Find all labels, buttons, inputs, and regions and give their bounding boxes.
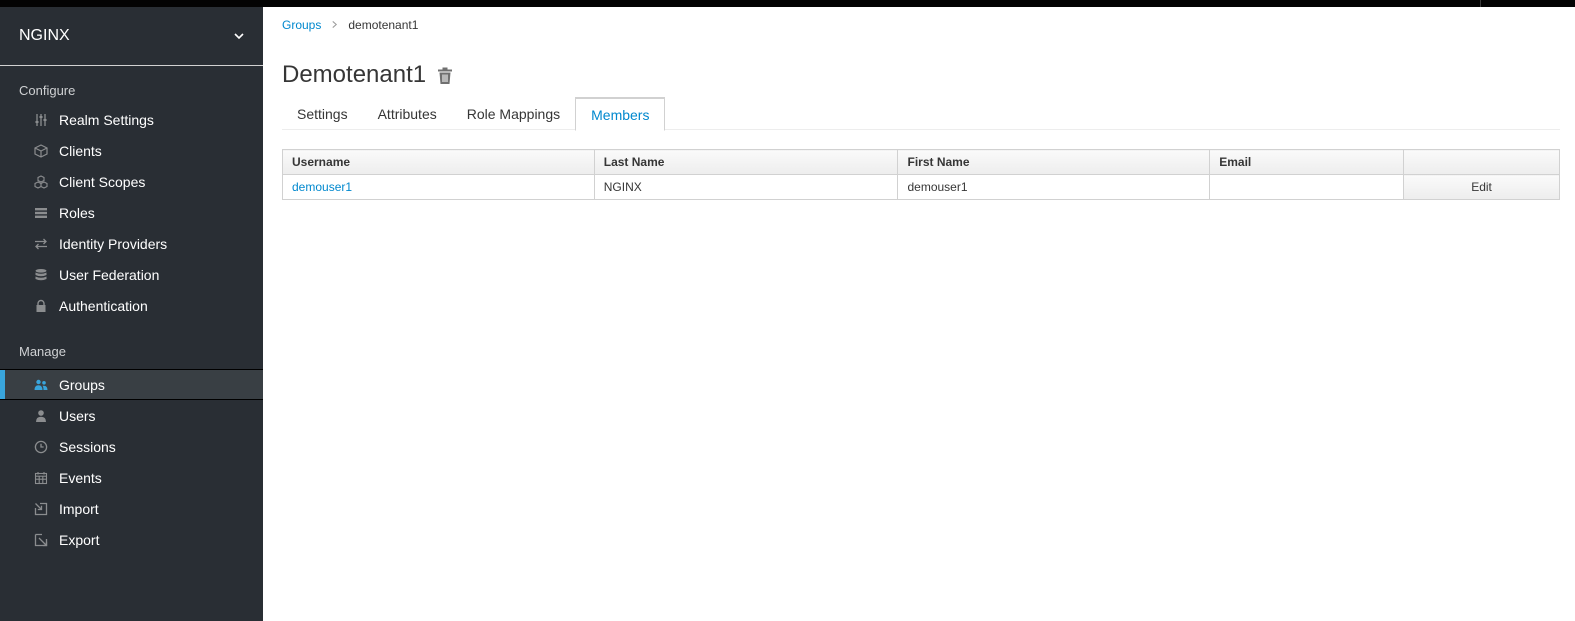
sidebar-item-clients[interactable]: Clients	[0, 135, 263, 166]
realm-selector[interactable]: NGINX	[0, 7, 263, 66]
sidebar-item-label: User Federation	[59, 266, 160, 283]
sidebar-item-label: Realm Settings	[59, 111, 154, 128]
cube-icon	[33, 143, 49, 159]
main-content: Groups demotenant1 Demotenant1 Settings …	[263, 7, 1575, 621]
sidebar-item-label: Events	[59, 469, 102, 486]
cubes-icon	[33, 174, 49, 190]
configure-nav: Realm Settings Clients Client Scopes Rol…	[0, 104, 263, 321]
sidebar-item-label: Export	[59, 531, 100, 548]
lock-icon	[33, 298, 49, 314]
chevron-right-icon	[331, 18, 338, 32]
column-header-last-name[interactable]: Last Name	[593, 149, 899, 175]
sidebar-item-label: Groups	[59, 376, 105, 393]
manage-nav: Groups Users Sessions Events Import Expo…	[0, 369, 263, 555]
top-bar	[0, 0, 1575, 7]
database-icon	[33, 267, 49, 283]
list-icon	[33, 205, 49, 221]
column-header-username[interactable]: Username	[282, 149, 595, 175]
sidebar-item-user-federation[interactable]: User Federation	[0, 259, 263, 290]
top-bar-separator	[1480, 0, 1481, 7]
exchange-icon	[33, 236, 49, 252]
manage-section-label: Manage	[19, 344, 66, 359]
sidebar-item-realm-settings[interactable]: Realm Settings	[0, 104, 263, 135]
members-table: Username Last Name First Name Email demo…	[282, 149, 1560, 200]
sidebar-item-export[interactable]: Export	[0, 524, 263, 555]
sidebar-item-import[interactable]: Import	[0, 493, 263, 524]
breadcrumb: Groups demotenant1	[282, 18, 418, 32]
sidebar-item-users[interactable]: Users	[0, 400, 263, 431]
sidebar: NGINX Configure Realm Settings Clients C…	[0, 7, 263, 621]
export-icon	[33, 532, 49, 548]
tab-members[interactable]: Members	[575, 97, 666, 131]
cell-email	[1209, 174, 1405, 200]
sidebar-item-label: Users	[59, 407, 96, 424]
configure-section-label: Configure	[19, 83, 76, 98]
username-link[interactable]: demouser1	[292, 180, 352, 194]
tab-role-mappings[interactable]: Role Mappings	[452, 97, 575, 130]
page-title: Demotenant1	[282, 61, 427, 88]
column-header-actions	[1403, 149, 1560, 175]
sidebar-item-client-scopes[interactable]: Client Scopes	[0, 166, 263, 197]
import-icon	[33, 501, 49, 517]
sidebar-item-groups[interactable]: Groups	[0, 369, 263, 400]
sidebar-item-events[interactable]: Events	[0, 462, 263, 493]
sliders-icon	[33, 112, 49, 128]
table-row: demouser1 NGINX demouser1 Edit	[282, 174, 1560, 200]
clock-icon	[33, 439, 49, 455]
edit-button[interactable]: Edit	[1403, 174, 1560, 200]
column-header-first-name[interactable]: First Name	[897, 149, 1211, 175]
sidebar-item-roles[interactable]: Roles	[0, 197, 263, 228]
sidebar-item-label: Identity Providers	[59, 235, 168, 252]
sidebar-item-authentication[interactable]: Authentication	[0, 290, 263, 321]
tab-bar: Settings Attributes Role Mappings Member…	[282, 97, 1560, 131]
breadcrumb-groups-link[interactable]: Groups	[282, 18, 321, 32]
tab-settings[interactable]: Settings	[282, 97, 363, 130]
sidebar-item-label: Import	[59, 500, 99, 517]
cell-first-name: demouser1	[897, 174, 1211, 200]
user-icon	[33, 408, 49, 424]
trash-icon[interactable]	[437, 67, 453, 85]
realm-name: NGINX	[19, 27, 70, 44]
sidebar-item-label: Clients	[59, 142, 102, 159]
breadcrumb-current: demotenant1	[348, 18, 419, 32]
sidebar-item-label: Sessions	[59, 438, 116, 455]
users-icon	[33, 377, 49, 393]
sidebar-item-identity-providers[interactable]: Identity Providers	[0, 228, 263, 259]
sidebar-item-label: Roles	[59, 204, 95, 221]
chevron-down-icon	[233, 30, 245, 42]
sidebar-item-sessions[interactable]: Sessions	[0, 431, 263, 462]
table-header-row: Username Last Name First Name Email	[282, 149, 1560, 175]
cell-last-name: NGINX	[593, 174, 899, 200]
column-header-email[interactable]: Email	[1209, 149, 1405, 175]
tab-attributes[interactable]: Attributes	[363, 97, 452, 130]
sidebar-item-label: Authentication	[59, 297, 148, 314]
cell-username: demouser1	[282, 174, 595, 200]
sidebar-item-label: Client Scopes	[59, 173, 146, 190]
calendar-icon	[33, 470, 49, 486]
